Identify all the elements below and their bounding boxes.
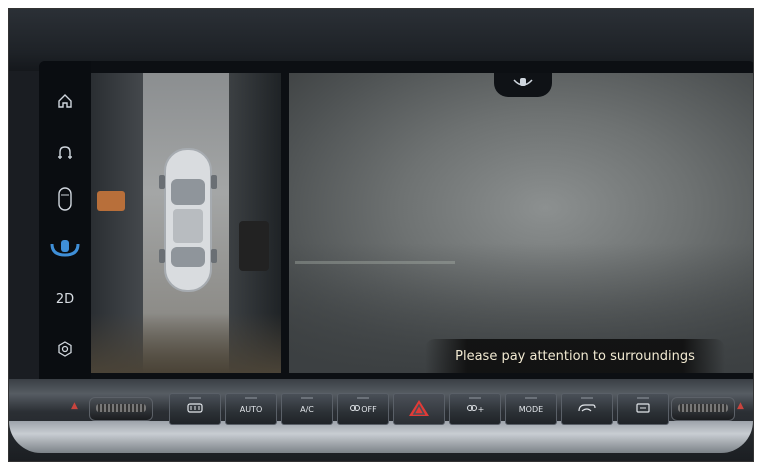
panel-trim xyxy=(9,421,753,453)
button-label: OFF xyxy=(361,404,377,414)
camera-view: Please pay attention to surroundings xyxy=(289,73,753,373)
front-defrost-icon xyxy=(635,402,651,416)
fan-off-button[interactable]: OFF xyxy=(337,393,389,425)
rear-defrost-icon xyxy=(186,402,204,416)
parking-floor-shadow xyxy=(91,313,281,373)
surround-view-icon xyxy=(49,238,81,260)
indicator-led xyxy=(469,397,481,399)
temp-up-arrow-icon: ▲ xyxy=(737,401,744,411)
parking-line xyxy=(295,261,455,264)
fan-icon xyxy=(466,402,478,416)
indicator-led xyxy=(301,397,313,399)
button-label: MODE xyxy=(518,404,544,414)
car-front-icon xyxy=(56,144,74,162)
temp-down-arrow-icon: ▲ xyxy=(71,401,78,411)
button-label: + xyxy=(477,404,485,414)
sidebar-item-home[interactable] xyxy=(39,83,91,119)
birds-eye-view xyxy=(91,73,281,373)
sidebar-item-surround-view[interactable] xyxy=(39,231,91,267)
button-label: A/C xyxy=(300,404,314,414)
fan-up-button[interactable]: + xyxy=(449,393,501,425)
right-temp-knob[interactable] xyxy=(671,397,735,421)
surroundings-warning: Please pay attention to surroundings xyxy=(425,339,725,373)
indicator-led xyxy=(245,397,257,399)
indicator-led xyxy=(525,397,537,399)
indicator-led xyxy=(637,397,649,399)
indicator-led xyxy=(357,397,369,399)
sidebar: 2D xyxy=(39,61,91,391)
warning-text: Please pay attention to surroundings xyxy=(455,348,695,364)
sidebar-item-car-view[interactable] xyxy=(39,181,91,217)
sidebar-item-settings[interactable] xyxy=(39,331,91,367)
sidebar-item-2d[interactable]: 2D xyxy=(39,281,91,317)
auto-button[interactable]: AUTO xyxy=(225,393,277,425)
front-defrost-button[interactable] xyxy=(617,393,669,425)
left-temp-knob[interactable] xyxy=(89,397,153,421)
ac-button[interactable]: A/C xyxy=(281,393,333,425)
settings-icon xyxy=(56,340,74,358)
vehicle-top-icon xyxy=(159,145,217,295)
knob-grip xyxy=(96,404,146,412)
car-outline-icon xyxy=(56,186,74,212)
hazard-button[interactable] xyxy=(393,393,445,425)
indicator-led xyxy=(189,397,201,399)
obstacle-right xyxy=(239,221,269,271)
camera-toggle-tab[interactable] xyxy=(494,73,552,97)
camera-angle-icon xyxy=(512,76,534,95)
screenshot-frame: 2D Please pay attention to surroundings … xyxy=(8,8,754,462)
home-icon xyxy=(56,92,74,110)
recirculation-icon xyxy=(577,402,597,416)
hazard-icon xyxy=(408,399,430,419)
infotainment-screen: 2D Please pay attention to surroundings xyxy=(39,61,753,391)
obstacle-left xyxy=(97,191,125,211)
knob-grip xyxy=(678,404,728,412)
rear-defrost-button[interactable] xyxy=(169,393,221,425)
indicator-led xyxy=(581,397,593,399)
button-label: AUTO xyxy=(239,404,263,414)
recirculation-button[interactable] xyxy=(561,393,613,425)
climate-control-panel: ▲ AUTO A/C OFF + MODE ▲ xyxy=(9,379,753,461)
fan-icon xyxy=(349,402,361,416)
mode-button[interactable]: MODE xyxy=(505,393,557,425)
view-mode-label: 2D xyxy=(55,291,75,307)
sidebar-item-car-front[interactable] xyxy=(39,135,91,171)
